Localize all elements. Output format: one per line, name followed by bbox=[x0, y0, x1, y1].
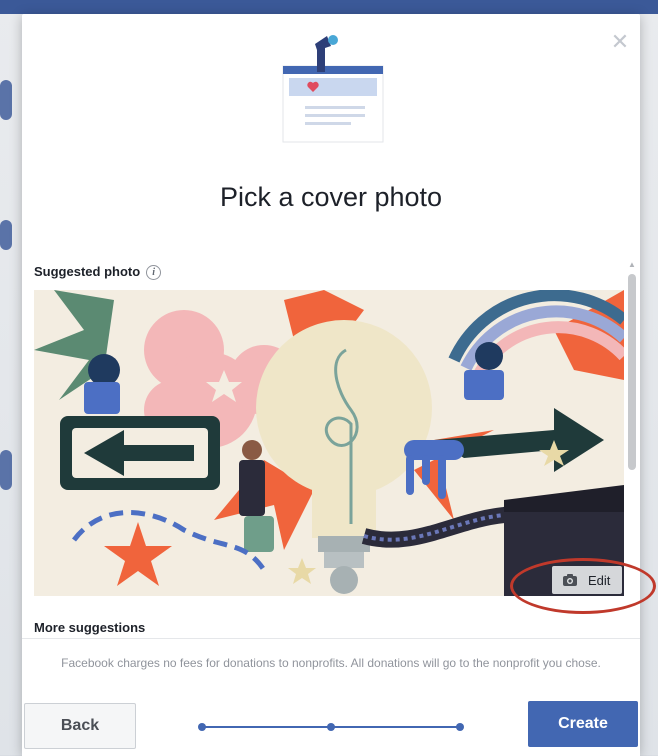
dialog-footer: Facebook charges no fees for donations t… bbox=[22, 638, 640, 756]
dialog-scrollbar[interactable]: ▲ bbox=[627, 258, 637, 648]
info-icon[interactable]: i bbox=[146, 265, 162, 280]
more-suggestions-label: More suggestions bbox=[34, 620, 146, 635]
step-progress bbox=[198, 721, 464, 733]
scroll-up-icon[interactable]: ▲ bbox=[628, 260, 636, 269]
progress-step-dot bbox=[327, 723, 335, 731]
cover-photo-artwork bbox=[34, 290, 624, 596]
page-title: Pick a cover photo bbox=[219, 182, 443, 212]
suggested-photo-text: Suggested photo bbox=[34, 264, 141, 279]
edit-photo-button[interactable]: Edit bbox=[552, 566, 622, 594]
background-element bbox=[0, 80, 12, 120]
fees-notice: Facebook charges no fees for donations t… bbox=[61, 656, 601, 670]
background-element bbox=[0, 450, 12, 490]
scrollbar-thumb[interactable] bbox=[628, 274, 636, 470]
suggested-photo-label: Suggested photo i bbox=[34, 264, 162, 280]
cover-photo-dialog: ✕ Pick a cover photo Suggested photo i E… bbox=[22, 14, 656, 756]
camera-icon bbox=[563, 574, 577, 586]
cover-illustration bbox=[282, 35, 384, 143]
suggested-cover-photo[interactable] bbox=[34, 290, 624, 596]
progress-step-dot bbox=[456, 723, 464, 731]
edit-label: Edit bbox=[588, 573, 611, 588]
close-icon[interactable]: ✕ bbox=[608, 30, 632, 54]
progress-step-dot bbox=[198, 723, 206, 731]
create-button[interactable]: Create bbox=[528, 701, 638, 747]
back-button[interactable]: Back bbox=[24, 703, 136, 749]
background-top-bar bbox=[0, 0, 658, 14]
background-element bbox=[0, 220, 12, 250]
